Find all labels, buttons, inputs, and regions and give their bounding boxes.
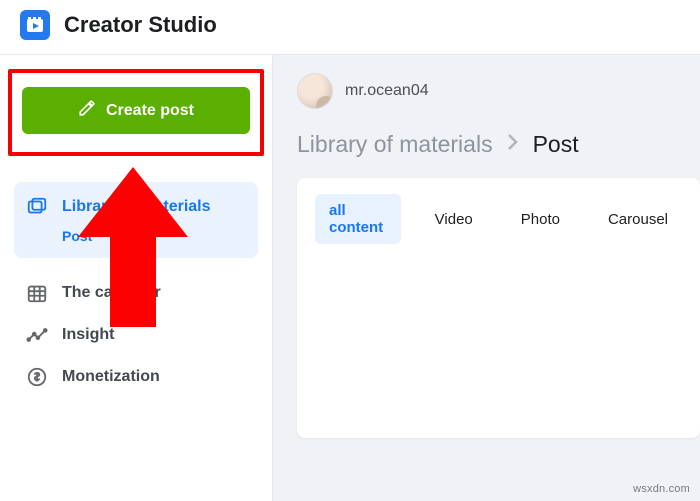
sidebar-item-calendar[interactable]: The calendar xyxy=(14,272,258,314)
page-title: Creator Studio xyxy=(64,12,217,38)
highlight-box: Create post xyxy=(8,69,264,156)
sidebar-nav: Library of materials Post The calendar xyxy=(0,166,272,414)
insight-icon xyxy=(26,324,48,346)
sidebar-item-label: Library of materials xyxy=(62,198,211,216)
library-icon xyxy=(26,196,48,218)
watermark: wsxdn.com xyxy=(633,483,690,495)
sidebar-item-insight[interactable]: Insight xyxy=(14,314,258,356)
tab-photo[interactable]: Photo xyxy=(507,203,574,236)
create-post-label: Create post xyxy=(106,102,194,120)
sidebar-subitem-post[interactable]: Post xyxy=(26,228,246,244)
breadcrumb-root[interactable]: Library of materials xyxy=(297,131,493,158)
tab-carousel[interactable]: Carousel xyxy=(594,203,682,236)
header: Creator Studio xyxy=(0,0,700,54)
tab-video[interactable]: Video xyxy=(421,203,487,236)
sidebar-item-label: Insight xyxy=(62,326,114,344)
breadcrumb: Library of materials Post xyxy=(297,131,700,158)
compose-icon xyxy=(78,99,96,122)
tab-all-content[interactable]: all content xyxy=(315,194,401,244)
monetization-icon xyxy=(26,366,48,388)
create-post-button[interactable]: Create post xyxy=(22,87,250,134)
chevron-right-icon xyxy=(507,133,519,157)
main-content: mr.ocean04 Library of materials Post all… xyxy=(272,55,700,501)
user-row[interactable]: mr.ocean04 xyxy=(297,73,700,109)
sidebar-item-label: The calendar xyxy=(62,284,161,302)
content-card: all content Video Photo Carousel xyxy=(297,178,700,438)
calendar-icon xyxy=(26,282,48,304)
sidebar: Create post Library of materials Post xyxy=(0,55,272,501)
breadcrumb-leaf: Post xyxy=(533,131,579,158)
sidebar-item-label: Monetization xyxy=(62,368,160,386)
username: mr.ocean04 xyxy=(345,82,429,100)
content-tabs: all content Video Photo Carousel xyxy=(315,194,682,244)
creator-studio-logo-icon xyxy=(20,10,50,40)
sidebar-item-monetization[interactable]: Monetization xyxy=(14,356,258,398)
avatar xyxy=(297,73,333,109)
sidebar-item-library[interactable]: Library of materials Post xyxy=(14,182,258,258)
